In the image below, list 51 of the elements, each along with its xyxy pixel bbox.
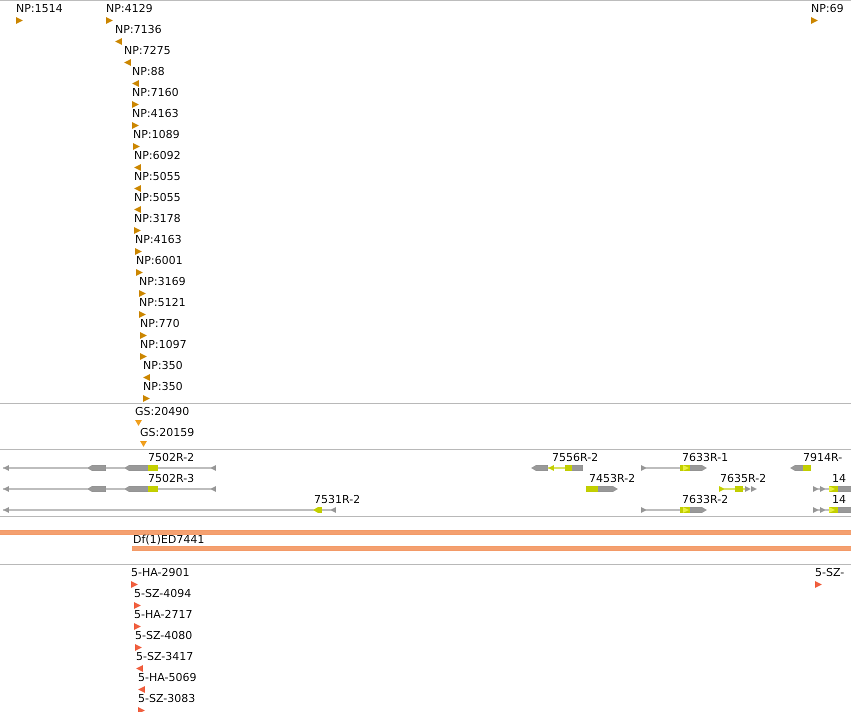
gene-label: 7633R-1 [682,451,728,464]
insertion-label: NP:6001 [136,254,183,268]
insertion-label: 5-HA-5069 [138,671,196,685]
gene-model-drawing [531,465,583,471]
insertion-label: NP:3169 [139,275,186,289]
insertion-label: 5-SZ-4094 [134,587,192,601]
insertion-label: NP:7136 [115,23,162,37]
insertion-label: NP:3178 [134,212,181,226]
insertion-label: NP:4129 [106,2,153,16]
insertion-label: NP:1097 [140,338,187,352]
insertion-label: NP:5055 [134,170,181,184]
gene-model-drawing [641,507,707,513]
gene-label: 14 [832,493,846,506]
insertion-label: NP:4163 [132,107,179,121]
insertion-label: NP:7160 [132,86,179,100]
insertion-label: NP:350 [143,359,183,373]
insertion-label: 5-SZ-3417 [136,650,194,664]
gene-model-drawing [641,465,707,471]
gene-label: 7914R- [803,451,842,464]
gene-model-drawing [719,486,757,492]
gene-label: 7635R-2 [720,472,766,485]
insertion-label: NP:88 [132,65,165,79]
insertion-label: 5-SZ- [815,566,844,580]
insertion-label: NP:350 [143,380,183,394]
gene-label: 7453R-2 [589,472,636,485]
insertion-label: NP:6092 [134,149,181,163]
insertion-label: 5-HA-2717 [134,608,192,622]
deficiency-label: Df(1)ED7441 [133,533,204,546]
insertion-label: 5-SZ-4080 [135,629,192,643]
insertion-label: NP:5055 [134,191,181,205]
gene-model-drawing [790,465,811,471]
gene-label: 14 [832,472,846,485]
insertion-label: NP:1514 [16,2,63,16]
insertion-label: NP:69 [811,2,844,16]
insertion-label: NP:5121 [139,296,186,310]
gene-label: 7502R-3 [148,472,194,485]
insertion-label: NP:7275 [124,44,171,58]
insertion-label: GS:20490 [135,405,190,419]
insertion-label: 5-SZ-3083 [138,692,196,706]
gene-label: 7633R-2 [682,493,728,506]
insertion-label: NP:1089 [133,128,180,142]
gene-label: 7502R-2 [148,451,194,464]
gene-label: 7556R-2 [552,451,598,464]
insertion-label: GS:20159 [140,426,194,440]
gene-label: 7531R-2 [314,493,360,506]
gene-model-drawing [813,486,851,492]
gene-model-drawing [813,507,851,513]
gene-model-drawing [586,486,618,492]
insertion-label: 5-HA-2901 [131,566,190,580]
insertion-label: NP:770 [140,317,180,331]
insertion-label: NP:4163 [135,233,182,247]
